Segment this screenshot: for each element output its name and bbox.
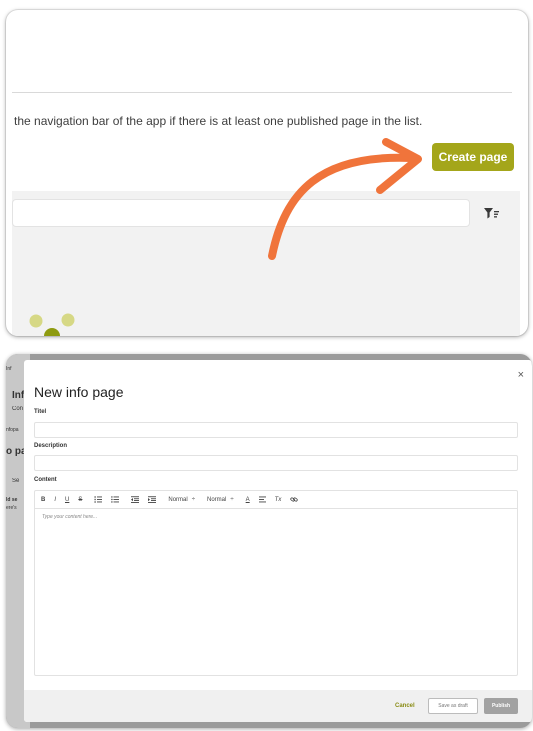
rich-text-editor[interactable]: B I U S Normal ÷ Normal ÷ A Tx Type your… bbox=[34, 490, 518, 676]
close-icon[interactable]: × bbox=[518, 370, 524, 381]
font-select[interactable]: Normal bbox=[168, 497, 187, 503]
indent-icon[interactable] bbox=[148, 496, 157, 503]
italic-button[interactable]: I bbox=[54, 497, 56, 503]
publish-button[interactable]: Publish bbox=[484, 698, 518, 714]
description-input[interactable] bbox=[34, 455, 518, 471]
screenshot-root: the navigation bar of the app if there i… bbox=[0, 0, 533, 731]
editor-placeholder: Type your content here... bbox=[42, 514, 98, 520]
description-label: Description bbox=[34, 443, 68, 449]
underline-button[interactable]: U bbox=[65, 497, 69, 503]
search-input[interactable] bbox=[12, 199, 470, 227]
title-label: Titel bbox=[34, 409, 47, 415]
strikethrough-button[interactable]: S bbox=[78, 497, 82, 503]
bold-button[interactable]: B bbox=[41, 497, 45, 503]
create-page-button[interactable]: Create page bbox=[432, 143, 514, 171]
ordered-list-icon[interactable] bbox=[94, 496, 103, 503]
size-select[interactable]: Normal bbox=[207, 497, 226, 503]
save-as-draft-button[interactable]: Save as draft bbox=[428, 698, 478, 714]
modal-title: New info page bbox=[34, 384, 124, 400]
align-icon[interactable] bbox=[258, 496, 266, 503]
clear-format-button[interactable]: Tx bbox=[275, 497, 282, 503]
divider bbox=[12, 92, 512, 93]
people-illustration bbox=[28, 310, 82, 336]
title-input[interactable] bbox=[34, 422, 518, 438]
cancel-button[interactable]: Cancel bbox=[395, 703, 415, 709]
new-info-page-modal: × New info page Titel Description Conten… bbox=[24, 360, 532, 722]
modal-screenshot: Inf Inf Con nfopa o pa Se ld se ere's × … bbox=[6, 354, 532, 728]
editor-toolbar: B I U S Normal ÷ Normal ÷ A Tx bbox=[35, 491, 517, 509]
bullet-list-icon[interactable] bbox=[111, 496, 120, 503]
info-description: the navigation bar of the app if there i… bbox=[14, 114, 423, 128]
outdent-icon[interactable] bbox=[131, 496, 140, 503]
content-label: Content bbox=[34, 477, 57, 483]
size-select-arrow-icon[interactable]: ÷ bbox=[230, 497, 233, 503]
info-pages-panel: the navigation bar of the app if there i… bbox=[6, 10, 528, 336]
link-icon[interactable] bbox=[290, 496, 298, 503]
modal-footer: Cancel Save as draft Publish bbox=[24, 690, 532, 722]
filter-icon[interactable] bbox=[482, 205, 500, 221]
font-select-arrow-icon[interactable]: ÷ bbox=[192, 497, 195, 503]
text-color-button[interactable]: A bbox=[246, 497, 250, 503]
